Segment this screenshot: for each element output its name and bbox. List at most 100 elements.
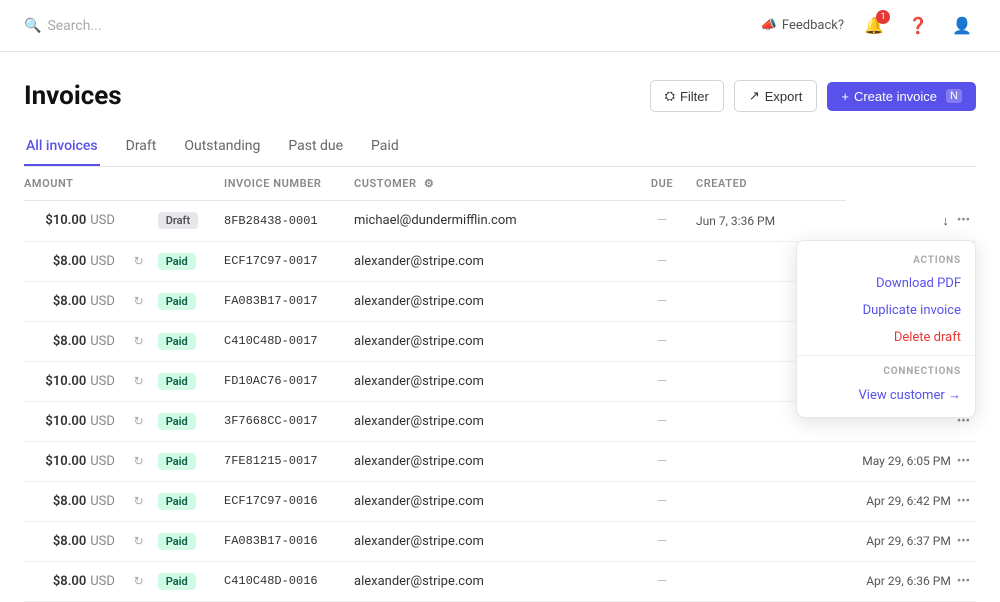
create-invoice-button[interactable]: + Create invoice N (827, 82, 976, 111)
status-badge: Paid (158, 293, 196, 310)
user-icon: 👤 (952, 16, 972, 35)
download-pdf-item[interactable]: Download PDF (797, 270, 975, 297)
table-row[interactable]: $8.00 USD ↻ Paid FA083B17-0016 alexander… (24, 521, 976, 561)
dropdown-menu: ACTIONS Download PDF Duplicate invoice D… (796, 240, 976, 418)
customer-cell[interactable]: michael@dundermifflin.com (354, 201, 636, 242)
created-cell (696, 561, 846, 601)
more-options-icon[interactable]: ••• (955, 452, 972, 471)
sync-icon-cell: ↻ (134, 361, 158, 401)
date-value: Apr 29, 6:42 PM (866, 494, 951, 508)
feedback-button[interactable]: 📣 Feedback? (761, 18, 844, 33)
badge-cell: Paid (158, 401, 224, 441)
customer-cell[interactable]: alexander@stripe.com (354, 521, 636, 561)
currency-cell: USD (90, 361, 133, 401)
header: 🔍 Search... 📣 Feedback? 🔔 1 ❓ 👤 (0, 0, 1000, 52)
help-button[interactable]: ❓ (904, 12, 932, 40)
megaphone-icon: 📣 (761, 18, 777, 33)
due-cell: — (636, 401, 696, 441)
status-badge: Paid (158, 533, 196, 550)
tab-all-invoices[interactable]: All invoices (24, 130, 100, 166)
status-badge: Paid (158, 493, 196, 510)
due-cell: — (636, 321, 696, 361)
currency-cell: USD (90, 401, 133, 441)
amount-cell: $8.00 (24, 321, 90, 361)
table-row[interactable]: $10.00 USD Draft 8FB28438-0001 michael@d… (24, 201, 976, 242)
sync-icon-cell: ↻ (134, 561, 158, 601)
badge-cell: Paid (158, 281, 224, 321)
currency-cell: USD (90, 201, 133, 242)
due-cell: — (636, 361, 696, 401)
tab-paid[interactable]: Paid (369, 130, 401, 166)
badge-cell: Paid (158, 521, 224, 561)
table-row[interactable]: $8.00 USD ↻ Paid ECF17C97-0016 alexander… (24, 481, 976, 521)
badge-cell: Paid (158, 241, 224, 281)
sync-icon-cell: ↻ (134, 281, 158, 321)
status-badge: Paid (158, 373, 196, 390)
customer-cell[interactable]: alexander@stripe.com (354, 281, 636, 321)
sync-icon-cell: ↻ (134, 241, 158, 281)
status-badge: Paid (158, 573, 196, 590)
delete-draft-item[interactable]: Delete draft (797, 324, 975, 351)
table-row[interactable]: $10.00 USD ↻ Paid 7FE81215-0017 alexande… (24, 441, 976, 481)
invoice-number-cell: 3F7668CC-0017 (224, 401, 354, 441)
actions-cell: May 29, 6:05 PM ••• (846, 441, 976, 481)
main-content: Invoices ⛭ Filter ↗ Export + Create invo… (0, 52, 1000, 602)
status-badge: Paid (158, 453, 196, 470)
created-cell: Jun 7, 3:36 PM (696, 201, 846, 242)
badge-cell: Paid (158, 361, 224, 401)
export-button[interactable]: ↗ Export (734, 80, 817, 112)
amount-cell: $8.00 (24, 241, 90, 281)
search-bar[interactable]: 🔍 Search... (24, 18, 102, 34)
more-options-icon[interactable]: ••• (955, 532, 972, 551)
status-badge: Paid (158, 333, 196, 350)
date-value: May 29, 6:05 PM (862, 454, 951, 468)
actions-cell: ↓ ••• ACTIONS Download PDF Duplicate inv… (846, 201, 976, 242)
status-badge: Paid (158, 253, 196, 270)
user-avatar[interactable]: 👤 (948, 12, 976, 40)
status-badge: Draft (158, 212, 198, 229)
col-customer: CUSTOMER ⚙ (354, 167, 636, 201)
search-icon: 🔍 (24, 18, 41, 34)
customer-settings-icon[interactable]: ⚙ (424, 177, 434, 190)
download-icon[interactable]: ↓ (940, 211, 951, 231)
sync-icon: ↻ (134, 534, 144, 548)
sync-icon-cell (134, 201, 158, 242)
customer-cell[interactable]: alexander@stripe.com (354, 241, 636, 281)
currency-cell: USD (90, 241, 133, 281)
tab-outstanding[interactable]: Outstanding (182, 130, 262, 166)
more-options-icon[interactable]: ••• (955, 572, 972, 591)
sync-icon: ↻ (134, 574, 144, 588)
keyboard-shortcut: N (946, 89, 962, 103)
currency-cell: USD (90, 561, 133, 601)
customer-cell[interactable]: alexander@stripe.com (354, 401, 636, 441)
amount-cell: $8.00 (24, 561, 90, 601)
amount-cell: $10.00 (24, 201, 90, 242)
table-row[interactable]: $8.00 USD ↻ Paid C410C48D-0016 alexander… (24, 561, 976, 601)
customer-cell[interactable]: alexander@stripe.com (354, 321, 636, 361)
created-cell (696, 521, 846, 561)
currency-cell: USD (90, 521, 133, 561)
sync-icon-cell: ↻ (134, 481, 158, 521)
customer-cell[interactable]: alexander@stripe.com (354, 561, 636, 601)
tab-past-due[interactable]: Past due (286, 130, 345, 166)
notification-button[interactable]: 🔔 1 (860, 12, 888, 40)
customer-cell[interactable]: alexander@stripe.com (354, 361, 636, 401)
more-options-icon[interactable]: ••• (955, 492, 972, 511)
status-badge: Paid (158, 413, 196, 430)
due-cell: — (636, 441, 696, 481)
duplicate-invoice-item[interactable]: Duplicate invoice (797, 297, 975, 324)
invoices-table: AMOUNT INVOICE NUMBER CUSTOMER ⚙ DUE CRE… (24, 167, 976, 602)
customer-cell[interactable]: alexander@stripe.com (354, 441, 636, 481)
customer-cell[interactable]: alexander@stripe.com (354, 481, 636, 521)
actions-section-label: ACTIONS (797, 249, 975, 270)
more-options-icon[interactable]: ••• (955, 211, 972, 230)
currency-cell: USD (90, 481, 133, 521)
sync-icon: ↻ (134, 334, 144, 348)
tab-draft[interactable]: Draft (124, 130, 159, 166)
filter-button[interactable]: ⛭ Filter (650, 80, 724, 112)
invoice-tabs: All invoices Draft Outstanding Past due … (24, 130, 976, 167)
view-customer-item[interactable]: View customer → (797, 381, 975, 409)
search-input[interactable]: Search... (47, 18, 101, 34)
created-cell (696, 441, 846, 481)
dropdown-divider (797, 355, 975, 356)
